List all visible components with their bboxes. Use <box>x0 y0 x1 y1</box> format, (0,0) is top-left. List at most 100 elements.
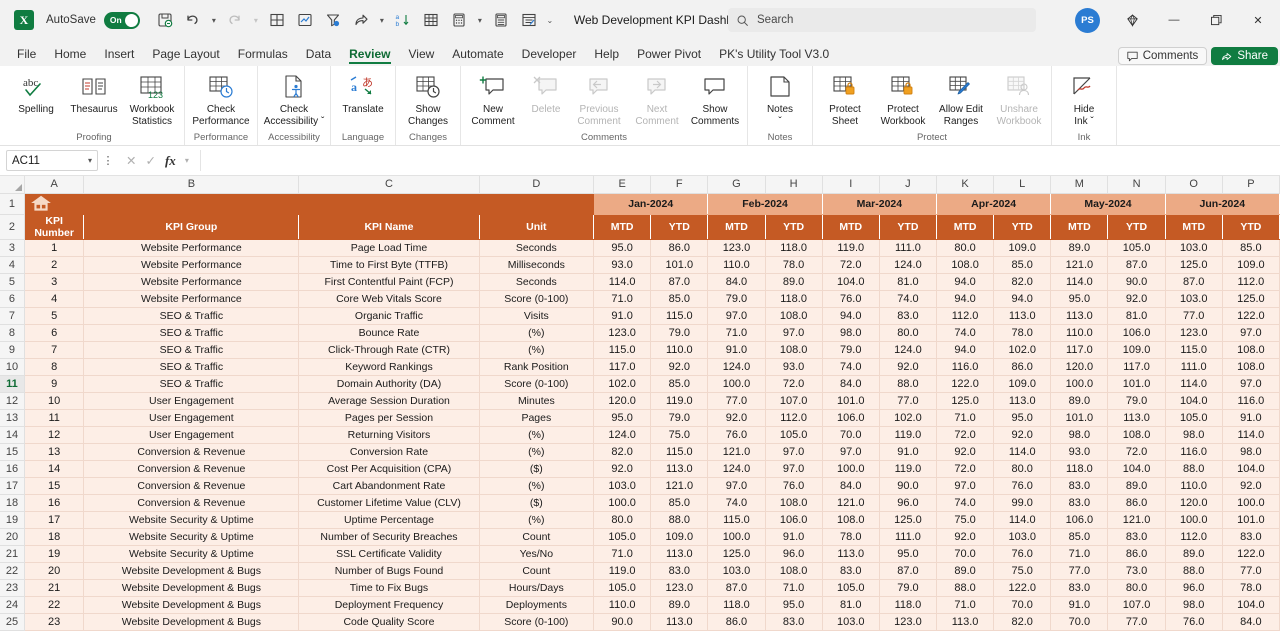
cell-P22[interactable]: 77.0 <box>1222 562 1280 580</box>
cell-M13[interactable]: 101.0 <box>1050 409 1109 427</box>
cell-E25[interactable]: 90.0 <box>593 613 652 631</box>
cell-E20[interactable]: 105.0 <box>593 528 652 546</box>
cell-D21[interactable]: Yes/No <box>479 545 595 563</box>
column-header-h[interactable]: H <box>765 176 823 194</box>
cell-J15[interactable]: 91.0 <box>879 443 938 461</box>
cell-A13[interactable]: 11 <box>24 409 85 427</box>
cell-F13[interactable]: 79.0 <box>650 409 709 427</box>
row-header-13[interactable]: 13 <box>0 409 25 427</box>
table-icon[interactable] <box>418 7 444 33</box>
cell-O20[interactable]: 112.0 <box>1165 528 1223 546</box>
cell-O24[interactable]: 98.0 <box>1165 596 1223 614</box>
cell-A10[interactable]: 8 <box>24 358 85 376</box>
cell-D15[interactable]: (%) <box>479 443 595 461</box>
cell-P4[interactable]: 109.0 <box>1222 256 1280 274</box>
grid-icon[interactable] <box>264 7 290 33</box>
check-accessibility-button[interactable]: Check Accessibility ˇ <box>261 69 327 127</box>
cell-C17[interactable]: Cart Abandonment Rate <box>298 477 480 495</box>
cell-C24[interactable]: Deployment Frequency <box>298 596 480 614</box>
cell-G5[interactable]: 84.0 <box>707 273 766 291</box>
cell-O18[interactable]: 120.0 <box>1165 494 1223 512</box>
cell-I7[interactable]: 94.0 <box>822 307 880 325</box>
cell-B7[interactable]: SEO & Traffic <box>83 307 300 325</box>
cell-M25[interactable]: 70.0 <box>1050 613 1109 631</box>
row-header-5[interactable]: 5 <box>0 273 25 291</box>
column-header-m[interactable]: M <box>1050 176 1109 194</box>
check-performance-button[interactable]: Check Performance <box>188 69 254 127</box>
cell-H22[interactable]: 108.0 <box>765 562 823 580</box>
tab-help[interactable]: Help <box>585 45 628 66</box>
tab-developer[interactable]: Developer <box>513 45 586 66</box>
filter-icon[interactable] <box>320 7 346 33</box>
cell-C4[interactable]: Time to First Byte (TTFB) <box>298 256 480 274</box>
cell-K21[interactable]: 70.0 <box>936 545 995 563</box>
cell-E6[interactable]: 71.0 <box>593 290 652 308</box>
cell-N21[interactable]: 86.0 <box>1107 545 1166 563</box>
cell-P9[interactable]: 108.0 <box>1222 341 1280 359</box>
cell-K5[interactable]: 94.0 <box>936 273 995 291</box>
cell-N15[interactable]: 72.0 <box>1107 443 1166 461</box>
cell-P20[interactable]: 83.0 <box>1222 528 1280 546</box>
cell-G17[interactable]: 97.0 <box>707 477 766 495</box>
cell-D7[interactable]: Visits <box>479 307 595 325</box>
tab-power-pivot[interactable]: Power Pivot <box>628 45 710 66</box>
tab-data[interactable]: Data <box>297 45 340 66</box>
cell-D12[interactable]: Minutes <box>479 392 595 410</box>
cell-H19[interactable]: 106.0 <box>765 511 823 529</box>
cell-I24[interactable]: 81.0 <box>822 596 880 614</box>
cell-J23[interactable]: 79.0 <box>879 579 938 597</box>
cell-D22[interactable]: Count <box>479 562 595 580</box>
share-dropdown-icon[interactable]: ▾ <box>376 7 388 33</box>
column-header-k[interactable]: K <box>936 176 995 194</box>
cell-N13[interactable]: 113.0 <box>1107 409 1166 427</box>
cell-B5[interactable]: Website Performance <box>83 273 300 291</box>
diamond-icon[interactable] <box>1112 4 1152 36</box>
cell-M22[interactable]: 77.0 <box>1050 562 1109 580</box>
table-row[interactable]: 9 7 SEO & Traffic Click-Through Rate (CTR)(… <box>0 341 1280 359</box>
cell-J20[interactable]: 111.0 <box>879 528 938 546</box>
cell-H23[interactable]: 71.0 <box>765 579 823 597</box>
cell-M18[interactable]: 83.0 <box>1050 494 1109 512</box>
cell-P14[interactable]: 114.0 <box>1222 426 1280 444</box>
cell-N24[interactable]: 107.0 <box>1107 596 1166 614</box>
cell-J3[interactable]: 111.0 <box>879 239 938 257</box>
cell-A23[interactable]: 21 <box>24 579 85 597</box>
table-row[interactable]: 11 9 SEO & Traffic Domain Authority (DA) Sco… <box>0 375 1280 393</box>
cell-P15[interactable]: 98.0 <box>1222 443 1280 461</box>
cell-H6[interactable]: 118.0 <box>765 290 823 308</box>
cell-N20[interactable]: 83.0 <box>1107 528 1166 546</box>
cell-M16[interactable]: 118.0 <box>1050 460 1109 478</box>
cell-E18[interactable]: 100.0 <box>593 494 652 512</box>
row-header-20[interactable]: 20 <box>0 528 25 546</box>
cell-E21[interactable]: 71.0 <box>593 545 652 563</box>
cell-F23[interactable]: 123.0 <box>650 579 709 597</box>
banner-home-cell[interactable] <box>24 193 595 215</box>
cell-B16[interactable]: Conversion & Revenue <box>83 460 300 478</box>
cell-D11[interactable]: Score (0-100) <box>479 375 595 393</box>
cell-M15[interactable]: 93.0 <box>1050 443 1109 461</box>
cell-J7[interactable]: 83.0 <box>879 307 938 325</box>
cell-P10[interactable]: 108.0 <box>1222 358 1280 376</box>
cell-M19[interactable]: 106.0 <box>1050 511 1109 529</box>
cell-P17[interactable]: 92.0 <box>1222 477 1280 495</box>
column-header-l[interactable]: L <box>993 176 1052 194</box>
cell-C9[interactable]: Click-Through Rate (CTR) <box>298 341 480 359</box>
qat-more-icon[interactable]: ⌄ <box>544 7 556 33</box>
row-header-7[interactable]: 7 <box>0 307 25 325</box>
name-box-chevron-down-icon[interactable]: ▾ <box>88 156 92 165</box>
cell-K10[interactable]: 116.0 <box>936 358 995 376</box>
table-row[interactable]: 16 14 Conversion & Revenue Cost Per Acquisi… <box>0 460 1280 478</box>
cell-M24[interactable]: 91.0 <box>1050 596 1109 614</box>
cell-K12[interactable]: 125.0 <box>936 392 995 410</box>
cell-N8[interactable]: 106.0 <box>1107 324 1166 342</box>
cell-B6[interactable]: Website Performance <box>83 290 300 308</box>
cell-N10[interactable]: 117.0 <box>1107 358 1166 376</box>
cell-I15[interactable]: 97.0 <box>822 443 880 461</box>
cell-M17[interactable]: 83.0 <box>1050 477 1109 495</box>
column-header-p[interactable]: P <box>1222 176 1280 194</box>
cell-D9[interactable]: (%) <box>479 341 595 359</box>
cell-E11[interactable]: 102.0 <box>593 375 652 393</box>
cell-K7[interactable]: 112.0 <box>936 307 995 325</box>
cell-C19[interactable]: Uptime Percentage <box>298 511 480 529</box>
cell-B18[interactable]: Conversion & Revenue <box>83 494 300 512</box>
